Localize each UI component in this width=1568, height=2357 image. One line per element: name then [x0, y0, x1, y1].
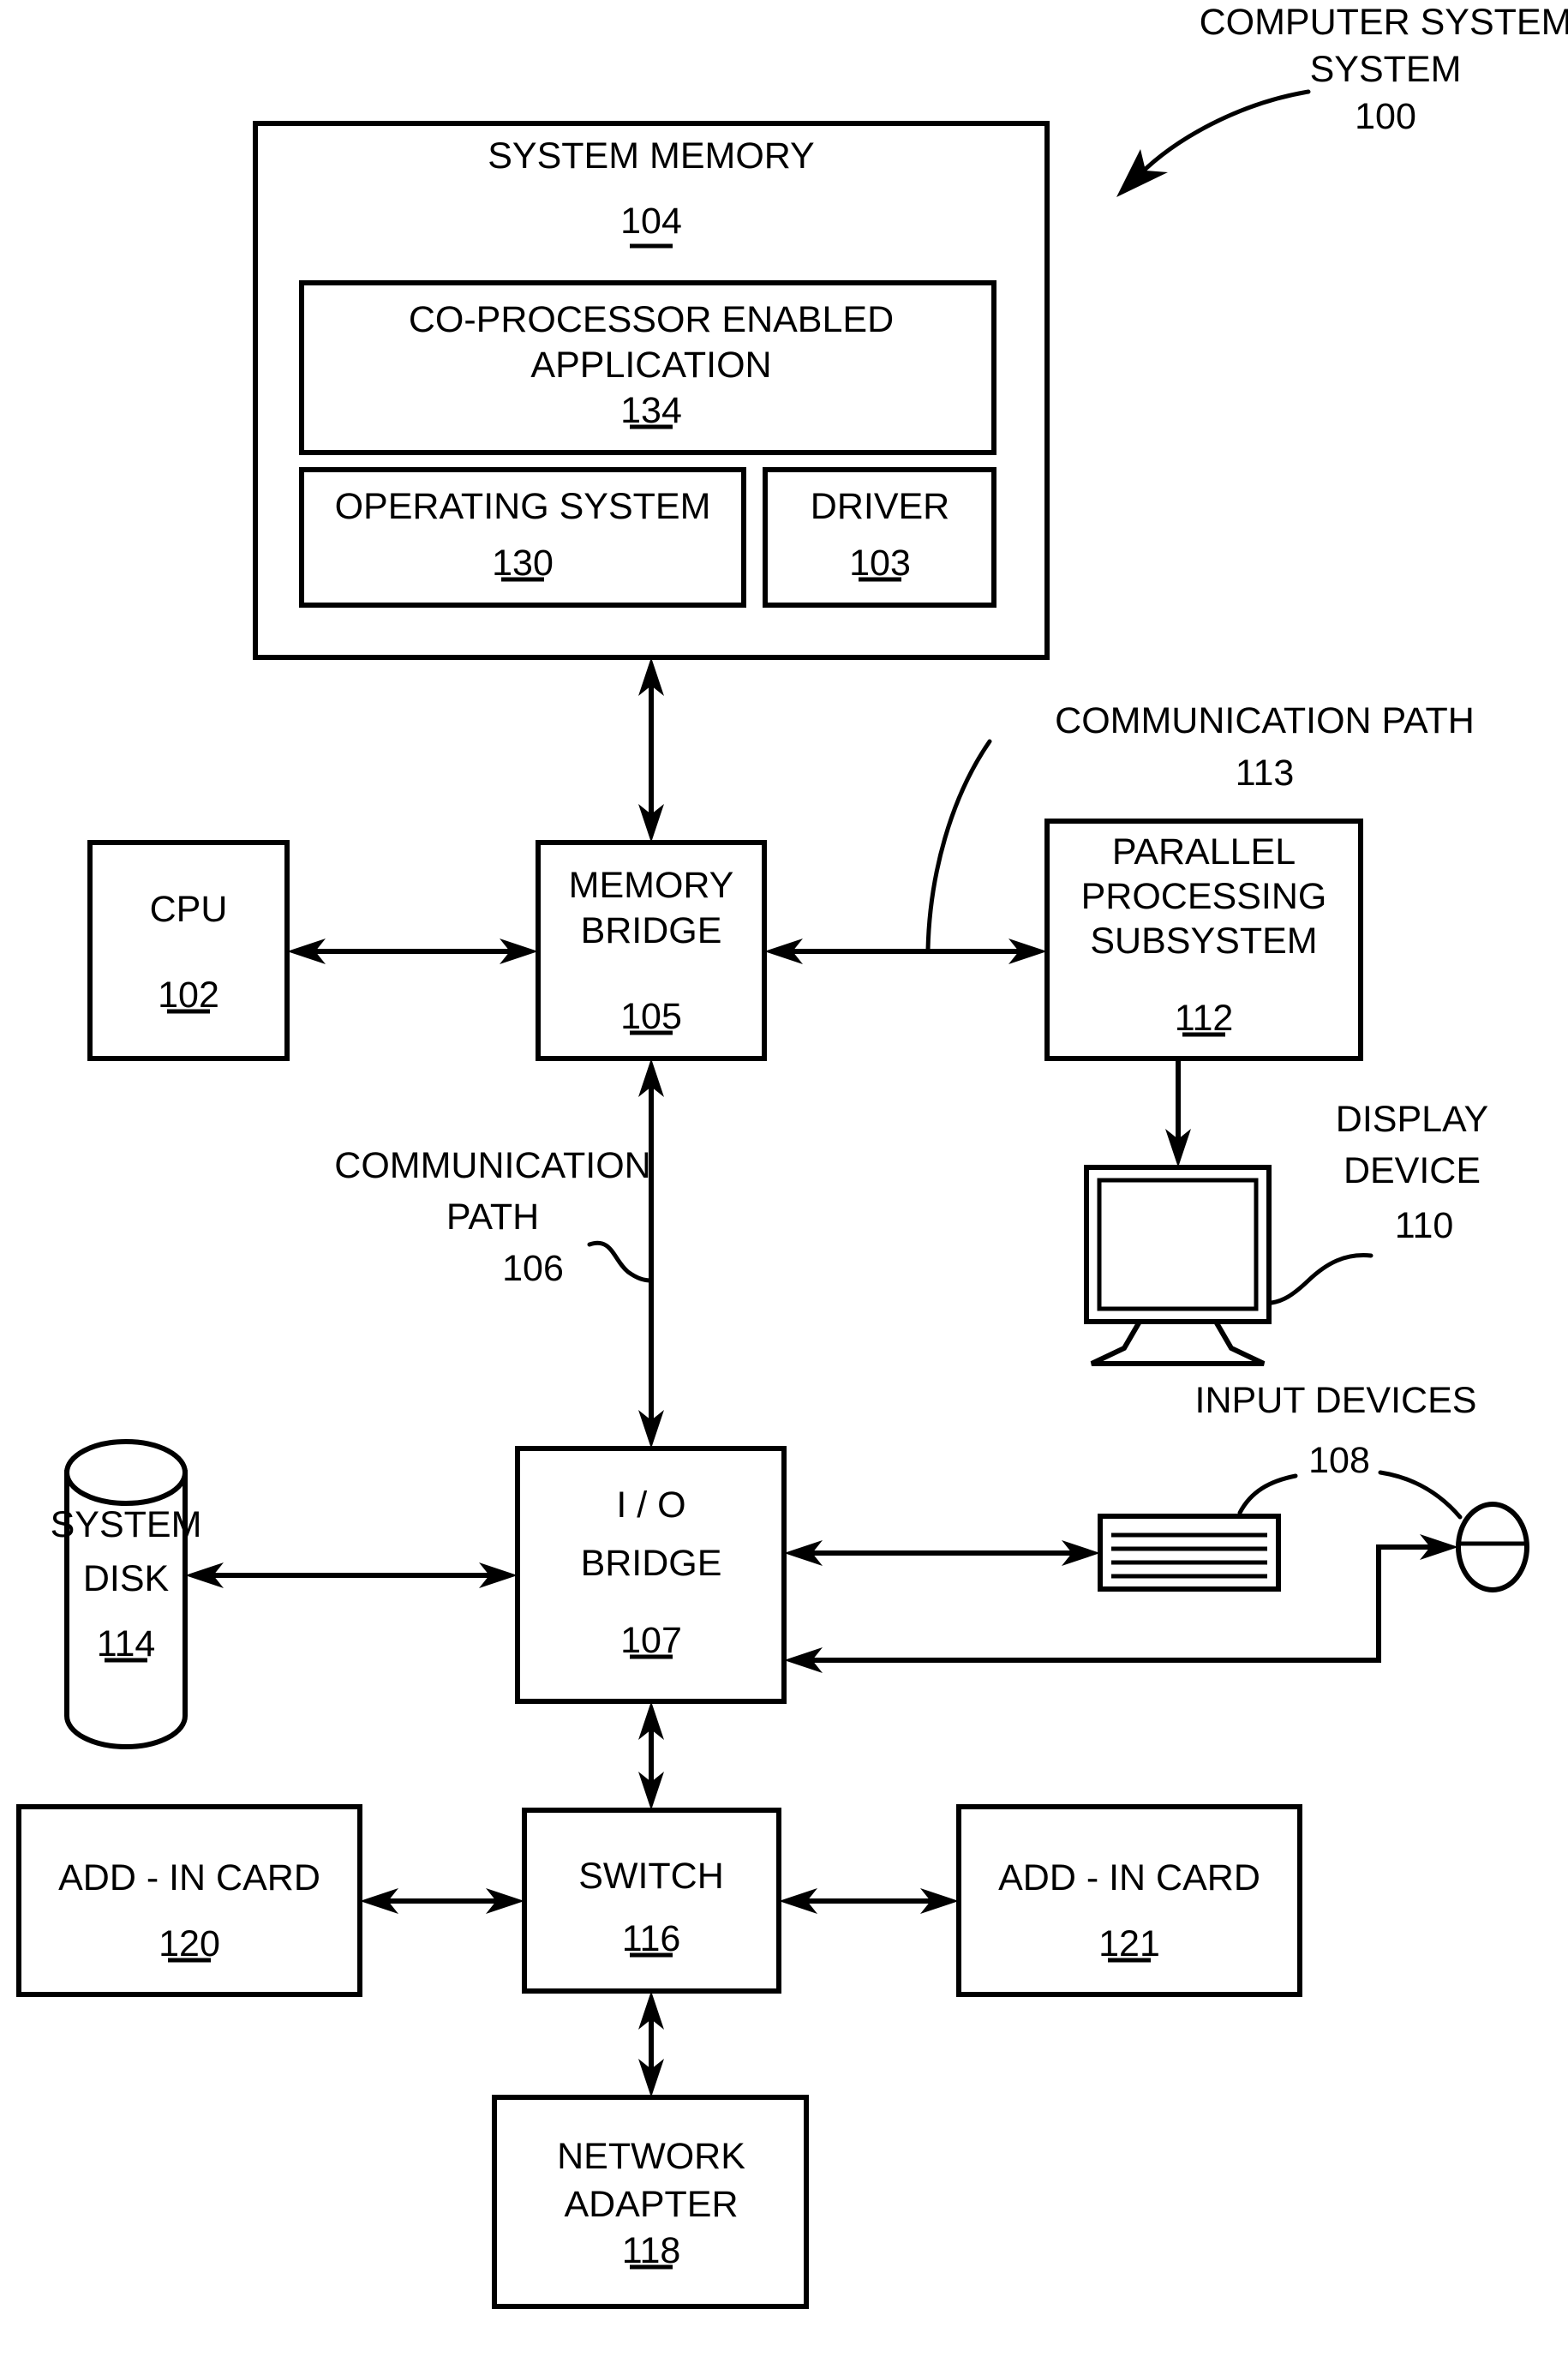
connector-pps-to-display [1165, 1059, 1191, 1167]
pps-label-line2: PROCESSING [1081, 876, 1327, 917]
pps-number: 112 [1175, 998, 1234, 1039]
switch-number: 116 [622, 1918, 681, 1959]
display-device-icon [1084, 1165, 1272, 1366]
add-in-card-120-label: ADD - IN CARD [58, 1857, 320, 1898]
driver-number: 103 [849, 543, 911, 584]
communication-path-113-label: COMMUNICATION PATH [1055, 700, 1475, 741]
io-bridge-number: 107 [620, 1620, 682, 1661]
coprocessor-app-label-line1: CO-PROCESSOR ENABLED [409, 299, 894, 340]
connector-bridge-to-pps [764, 939, 1047, 964]
leader-input-devices-108-keyboard [1237, 1473, 1298, 1515]
network-adapter-number: 118 [622, 2230, 681, 2271]
memory-bridge-number: 105 [620, 996, 682, 1037]
communication-path-106-label-line1: COMMUNICATION [334, 1145, 650, 1186]
connector-disk-to-io-bridge [185, 1562, 518, 1588]
operating-system-number: 130 [492, 543, 554, 584]
display-device-number: 110 [1395, 1205, 1454, 1246]
cpu-number: 102 [158, 975, 219, 1016]
display-device-label-line1: DISPLAY [1336, 1099, 1488, 1140]
communication-path-113-number: 113 [1236, 753, 1295, 794]
system-memory-label: SYSTEM MEMORY [488, 135, 814, 177]
leader-computer-system-100 [1116, 89, 1311, 197]
figure-canvas: COMPUTER SYSTEM SYSTEM 100 SYSTEM MEMORY… [16, 2, 1568, 2309]
add-in-card-121-box [956, 1804, 1302, 1997]
leader-display-device-110 [1269, 1253, 1373, 1305]
leader-communication-path-113 [925, 739, 992, 952]
connector-io-bridge-to-keyboard [784, 1540, 1100, 1566]
add-in-card-120-number: 120 [159, 1923, 220, 1964]
input-devices-number: 108 [1308, 1440, 1370, 1481]
leader-communication-path-106 [587, 1240, 654, 1283]
system-disk-number: 114 [97, 1623, 156, 1664]
connector-card120-to-switch [360, 1888, 524, 1914]
patent-figure-computer-system: COMPUTER SYSTEM SYSTEM 100 SYSTEM MEMORY… [0, 0, 1568, 2357]
driver-label: DRIVER [811, 486, 949, 527]
connector-memory-to-bridge [638, 657, 664, 843]
display-device-label-line2: DEVICE [1344, 1150, 1481, 1191]
system-disk-label-line2: DISK [83, 1558, 170, 1599]
switch-label: SWITCH [578, 1856, 724, 1897]
pps-label-line3: SUBSYSTEM [1090, 921, 1317, 962]
coprocessor-app-number: 134 [620, 390, 682, 431]
connector-cpu-to-memory-bridge [287, 939, 538, 964]
add-in-card-121-number: 121 [1098, 1923, 1160, 1964]
io-bridge-label-line2: BRIDGE [581, 1543, 722, 1584]
connector-bridge-to-io-bridge [638, 1059, 664, 1448]
connector-switch-to-card121 [779, 1888, 959, 1914]
figure-title-line2: SYSTEM [1310, 49, 1462, 90]
network-adapter-label-line1: NETWORK [557, 2136, 745, 2177]
figure-title-line1: COMPUTER SYSTEM [1200, 2, 1568, 43]
add-in-card-120-box [16, 1804, 362, 1997]
io-bridge-label-line1: I / O [616, 1484, 685, 1526]
cpu-label: CPU [150, 889, 228, 930]
leader-input-devices-108-mouse [1378, 1470, 1463, 1520]
connector-switch-to-network-adapter [638, 1991, 664, 2097]
system-disk-label-line1: SYSTEM [51, 1504, 202, 1545]
keyboard-icon [1098, 1514, 1281, 1592]
input-devices-label: INPUT DEVICES [1195, 1380, 1477, 1421]
operating-system-label: OPERATING SYSTEM [335, 486, 711, 527]
figure-title-number: 100 [1355, 96, 1416, 137]
cpu-box [87, 840, 290, 1061]
coprocessor-app-label-line2: APPLICATION [530, 345, 771, 386]
mouse-icon [1456, 1502, 1529, 1592]
network-adapter-label-line2: ADAPTER [564, 2184, 738, 2225]
add-in-card-121-label: ADD - IN CARD [998, 1857, 1260, 1898]
memory-bridge-label-line1: MEMORY [569, 865, 734, 906]
pps-label-line1: PARALLEL [1112, 831, 1296, 873]
communication-path-106-number: 106 [502, 1248, 564, 1289]
connector-io-bridge-to-switch [638, 1701, 664, 1810]
communication-path-106-label-line2: PATH [446, 1196, 539, 1238]
system-memory-number: 104 [620, 201, 682, 242]
memory-bridge-label-line2: BRIDGE [581, 910, 722, 951]
switch-box [522, 1808, 781, 1994]
